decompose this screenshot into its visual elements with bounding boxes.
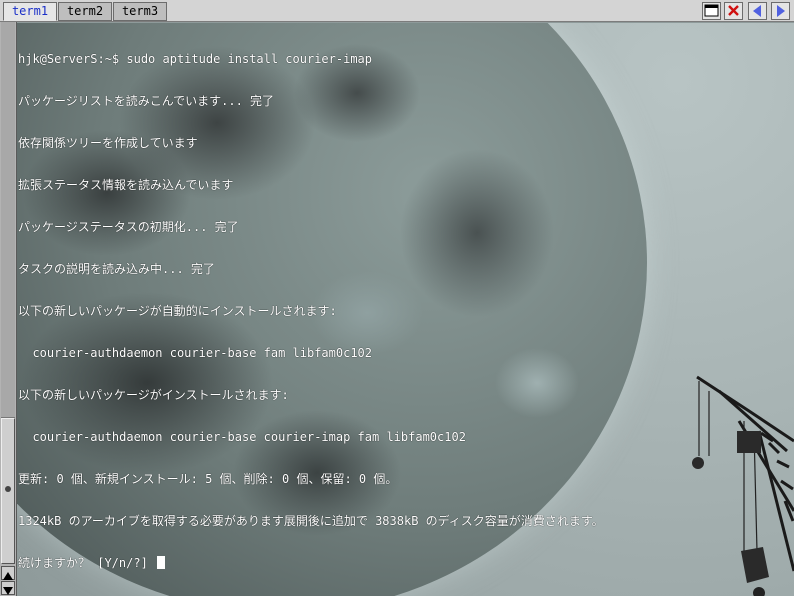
scroll-up-button[interactable]	[1, 566, 15, 580]
scrollbar-thumb[interactable]	[1, 418, 15, 564]
prev-tab-icon	[753, 5, 761, 17]
terminal-line: 1324kB のアーカイブを取得する必要があります展開後に追加で 3838kB …	[18, 514, 604, 528]
terminal-line: 更新: 0 個、新規インストール: 5 個、削除: 0 個、保留: 0 個。	[18, 472, 398, 486]
text-cursor	[157, 556, 166, 569]
terminal-prompt-line[interactable]: 続けますか？ [Y/n/?]	[18, 556, 788, 570]
tab-bar: term1 term2 term3	[0, 0, 794, 22]
prev-tab-button[interactable]	[748, 2, 767, 20]
prompt-text: 続けますか？ [Y/n/?]	[18, 556, 156, 570]
scrollbar[interactable]	[0, 22, 17, 596]
terminal-line: パッケージリストを読みこんでいます... 完了	[18, 94, 275, 108]
tab-term2[interactable]: term2	[58, 2, 112, 21]
grip-icon	[5, 486, 11, 492]
scroll-down-button[interactable]	[1, 581, 15, 595]
new-window-icon	[704, 4, 719, 17]
scrollbar-track[interactable]	[1, 22, 15, 418]
close-tab-button[interactable]	[724, 2, 743, 20]
terminal-window[interactable]: hjk@ServerS:~$ sudo aptitude install cou…	[17, 23, 794, 596]
terminal-line: courier-authdaemon courier-base courier-…	[18, 430, 466, 444]
terminal-line: パッケージステータスの初期化... 完了	[18, 220, 239, 234]
terminal-line: 以下の新しいパッケージが自動的にインストールされます:	[18, 304, 337, 318]
close-icon	[728, 5, 739, 16]
terminal-line: 拡張ステータス情報を読み込んでいます	[18, 178, 234, 192]
terminal-output: hjk@ServerS:~$ sudo aptitude install cou…	[18, 24, 788, 596]
next-tab-icon	[777, 5, 785, 17]
next-tab-button[interactable]	[771, 2, 790, 20]
new-window-button[interactable]	[702, 2, 721, 20]
terminal-line: hjk@ServerS:~$ sudo aptitude install cou…	[18, 52, 373, 66]
arrow-down-icon	[3, 587, 13, 595]
terminal-line: タスクの説明を読み込み中... 完了	[18, 262, 215, 276]
terminal-line: 依存関係ツリーを作成しています	[18, 136, 198, 150]
terminal-line: courier-authdaemon courier-base fam libf…	[18, 346, 373, 360]
tab-term1[interactable]: term1	[3, 2, 57, 21]
terminal-line: 以下の新しいパッケージがインストールされます:	[18, 388, 289, 402]
tab-term3[interactable]: term3	[113, 2, 167, 21]
